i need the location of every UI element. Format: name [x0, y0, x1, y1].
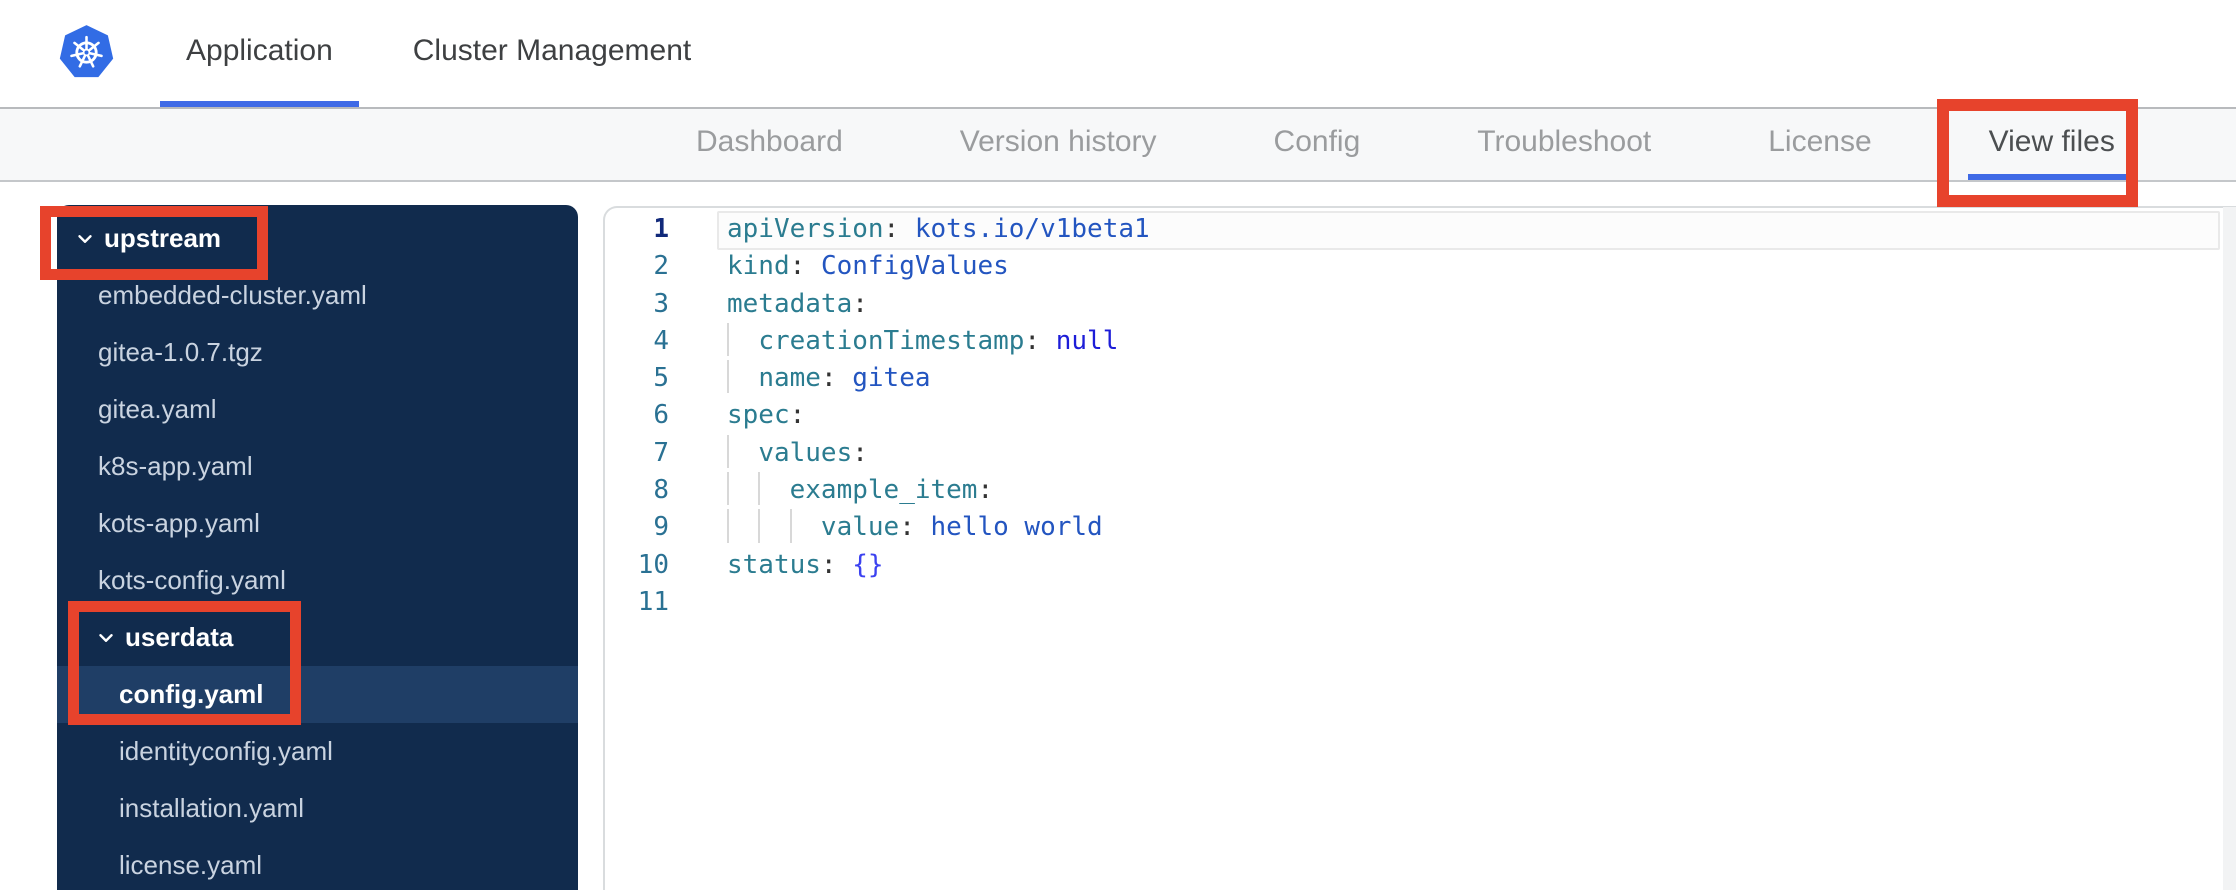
file-label: gitea-1.0.7.tgz	[98, 337, 263, 367]
tree-item-embedded-cluster-yaml[interactable]: embedded-cluster.yaml	[57, 267, 578, 324]
code-line-2[interactable]: 2 kind: ConfigValues	[605, 248, 2236, 285]
header-tab-application[interactable]: Application	[160, 0, 359, 107]
code-line-5[interactable]: 5 name: gitea	[605, 360, 2236, 397]
tree-item-gitea-yaml[interactable]: gitea.yaml	[57, 381, 578, 438]
tree-item-kots-config-yaml[interactable]: kots-config.yaml	[57, 552, 578, 609]
tree-item-upstream[interactable]: upstream	[57, 210, 578, 267]
indent-guide	[727, 322, 729, 357]
chevron-down-icon	[95, 627, 117, 649]
code-line-7[interactable]: 7 values:	[605, 434, 2236, 472]
tree-item-gitea-1-0-7-tgz[interactable]: gitea-1.0.7.tgz	[57, 324, 578, 381]
indent-guide	[758, 509, 761, 543]
nav-tab-troubleshoot[interactable]: Troubleshoot	[1477, 109, 1651, 180]
file-tree: upstream embedded-cluster.yaml gitea-1.0.7…	[57, 210, 578, 890]
file-content-editor[interactable]: 1 apiVersion: kots.io/v1beta1 2 kind: Confi…	[603, 206, 2236, 890]
line-number: 8	[653, 475, 669, 506]
indent-guide	[727, 472, 729, 506]
file-label: embedded-cluster.yaml	[98, 280, 367, 310]
code-line-3[interactable]: 3 metadata:	[605, 286, 2236, 323]
tree-item-identityconfig-yaml[interactable]: identityconfig.yaml	[57, 723, 578, 780]
indent-guide	[758, 472, 761, 506]
code-text: name: gitea	[727, 360, 931, 397]
indent-guide	[789, 509, 792, 543]
folder-label: userdata	[125, 622, 234, 652]
file-label: kots-config.yaml	[98, 565, 286, 595]
tree-item-k8s-app-yaml[interactable]: k8s-app.yaml	[57, 438, 578, 495]
code-line-4[interactable]: 4 creationTimestamp: null	[605, 322, 2236, 360]
line-number: 3	[653, 288, 669, 319]
code-text: spec:	[727, 400, 806, 431]
yaml-code: 1 apiVersion: kots.io/v1beta1 2 kind: Confi…	[605, 211, 2236, 621]
chevron-down-icon	[74, 228, 96, 250]
scrollbar-track[interactable]	[2223, 207, 2236, 890]
line-number: 2	[653, 251, 669, 282]
code-text: creationTimestamp: null	[727, 322, 1118, 360]
code-text: apiVersion: kots.io/v1beta1	[727, 214, 1150, 244]
line-number: 10	[637, 549, 669, 580]
indent-guide	[727, 434, 729, 469]
code-text: metadata:	[727, 288, 868, 319]
code-line-6[interactable]: 6 spec:	[605, 397, 2236, 434]
indent-guide	[727, 360, 729, 394]
tree-item-installation-yaml[interactable]: installation.yaml	[57, 780, 578, 837]
file-tree-sidebar: upstream embedded-cluster.yaml gitea-1.0.7…	[57, 205, 578, 890]
code-text: value: hello world	[727, 509, 1103, 546]
kots-admin-console: Application Cluster Management Dashboard V…	[0, 0, 2236, 890]
header-tab-cluster-management[interactable]: Cluster Management	[387, 0, 717, 107]
code-line-9[interactable]: 9 value: hello world	[605, 509, 2236, 546]
app-nav-bar: Dashboard Version history Config Troublesho…	[0, 107, 2236, 182]
nav-tab-config[interactable]: Config	[1274, 109, 1361, 180]
code-line-10[interactable]: 10 status: {}	[605, 547, 2236, 584]
file-label: config.yaml	[119, 679, 264, 709]
tree-item-license-yaml[interactable]: license.yaml	[57, 837, 578, 890]
kubernetes-logo-icon	[58, 23, 115, 82]
tree-item-config-yaml[interactable]: config.yaml	[57, 666, 578, 723]
secondary-nav-items: Dashboard Version history Config Troublesho…	[696, 109, 2136, 180]
code-line-1[interactable]: 1 apiVersion: kots.io/v1beta1	[605, 211, 2236, 250]
code-text: example_item:	[727, 472, 993, 509]
code-line-11[interactable]: 11	[605, 584, 2236, 621]
top-bar: Application Cluster Management	[0, 0, 2236, 107]
code-text: values:	[727, 434, 868, 472]
file-label: installation.yaml	[119, 793, 304, 823]
line-number: 4	[653, 325, 669, 356]
file-label: kots-app.yaml	[98, 508, 260, 538]
code-line-8[interactable]: 8 example_item:	[605, 472, 2236, 509]
line-number: 5	[653, 363, 669, 394]
header-tabs: Application Cluster Management	[160, 0, 717, 107]
folder-label: upstream	[104, 223, 222, 253]
nav-tab-version-history[interactable]: Version history	[960, 109, 1157, 180]
tree-item-kots-app-yaml[interactable]: kots-app.yaml	[57, 495, 578, 552]
file-label: k8s-app.yaml	[98, 451, 253, 481]
line-number: 1	[653, 214, 669, 244]
nav-tab-view-files[interactable]: View files	[1967, 109, 2136, 180]
file-label: license.yaml	[119, 850, 263, 880]
code-text: kind: ConfigValues	[727, 251, 1009, 282]
line-number: 9	[653, 512, 669, 543]
file-label: gitea.yaml	[98, 394, 217, 424]
line-number: 11	[637, 586, 669, 617]
file-label: identityconfig.yaml	[119, 736, 333, 766]
tree-item-userdata[interactable]: userdata	[57, 609, 578, 666]
line-number: 7	[653, 437, 669, 468]
indent-guide	[727, 509, 729, 543]
nav-tab-license[interactable]: License	[1768, 109, 1871, 180]
nav-tab-dashboard[interactable]: Dashboard	[696, 109, 843, 180]
line-number: 6	[653, 400, 669, 431]
code-text: status: {}	[727, 549, 884, 580]
